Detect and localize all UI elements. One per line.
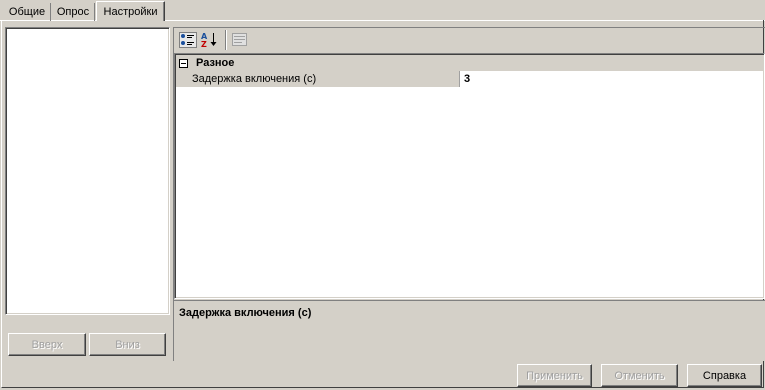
description-panel: Задержка включения (с) bbox=[174, 300, 765, 361]
property-row[interactable]: Задержка включения (с) 3 bbox=[176, 71, 763, 87]
tab-general[interactable]: Общие bbox=[4, 3, 51, 21]
help-button[interactable]: Справка bbox=[687, 364, 762, 387]
help-button-label: Справка bbox=[702, 369, 747, 382]
tab-label: Общие bbox=[8, 6, 46, 18]
cancel-button-label: Отменить bbox=[614, 369, 665, 382]
property-name: Задержка включения (с) bbox=[176, 71, 459, 87]
up-button[interactable]: Вверх bbox=[8, 333, 86, 356]
property-list[interactable]: Разное Задержка включения (с) 3 bbox=[174, 53, 765, 299]
sort-alphabetical-icon[interactable]: A Z bbox=[199, 30, 221, 50]
down-button[interactable]: Вниз bbox=[89, 333, 166, 356]
svg-text:Z: Z bbox=[201, 40, 207, 49]
tab-label: Настройки bbox=[103, 5, 158, 18]
description-title: Задержка включения (с) bbox=[179, 307, 312, 319]
tab-polling[interactable]: Опрос bbox=[52, 3, 95, 21]
toolbar-separator bbox=[225, 30, 227, 50]
property-value[interactable]: 3 bbox=[459, 71, 763, 87]
apply-button-label: Применить bbox=[526, 369, 583, 382]
category-label: Разное bbox=[196, 57, 235, 69]
down-button-label: Вниз bbox=[115, 338, 140, 351]
up-button-label: Вверх bbox=[31, 338, 63, 351]
property-pages-icon[interactable] bbox=[229, 30, 251, 50]
apply-button[interactable]: Применить bbox=[517, 364, 592, 387]
category-row[interactable]: Разное bbox=[176, 55, 763, 71]
object-list[interactable] bbox=[5, 27, 170, 315]
tab-settings[interactable]: Настройки bbox=[96, 1, 165, 21]
tab-label: Опрос bbox=[56, 6, 90, 18]
categorized-view-icon[interactable] bbox=[177, 30, 199, 50]
cancel-button[interactable]: Отменить bbox=[601, 364, 678, 387]
collapse-icon[interactable] bbox=[179, 58, 188, 68]
